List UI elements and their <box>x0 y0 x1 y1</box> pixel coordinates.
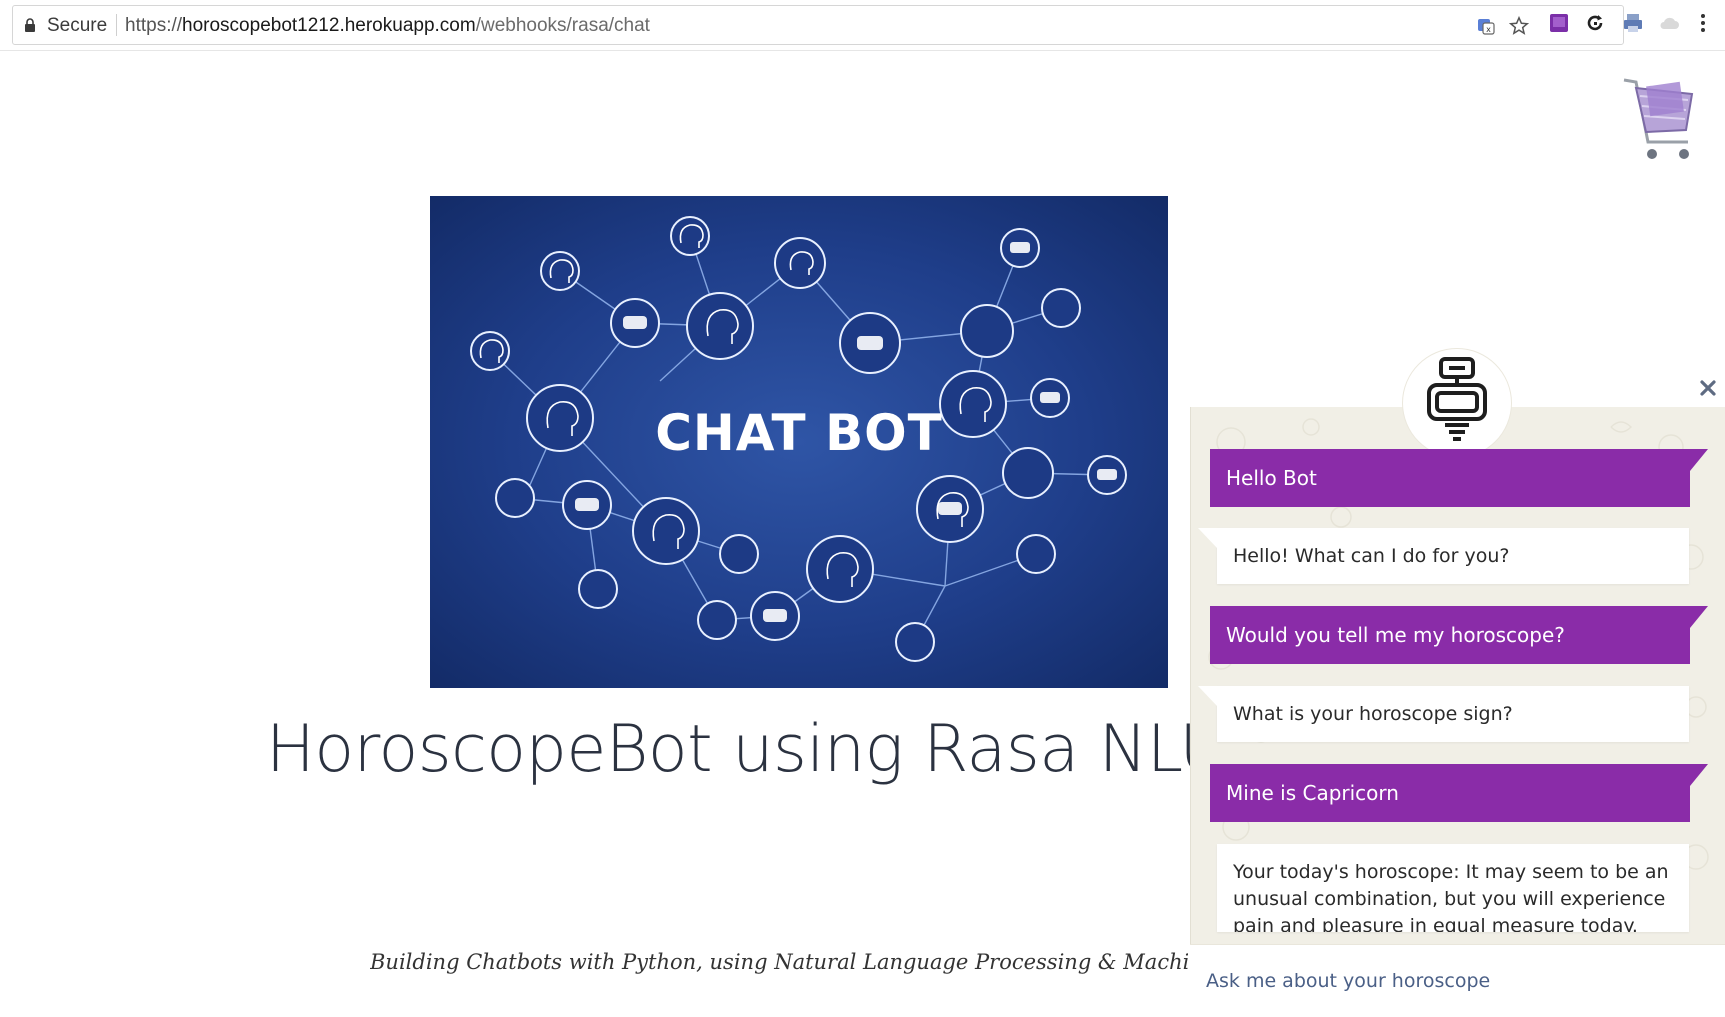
secure-label: Secure <box>47 15 108 36</box>
kebab-menu-icon[interactable] <box>1692 12 1714 34</box>
close-icon[interactable] <box>1699 379 1717 397</box>
reload-extension-icon[interactable] <box>1584 12 1606 34</box>
chat-message-user: Hello Bot <box>1210 449 1708 507</box>
chat-message-bot: Your today's horoscope: It may seem to b… <box>1217 844 1689 932</box>
url-host: horoscopebot1212.herokuapp.com <box>182 15 476 36</box>
message-text: Your today's horoscope: It may seem to b… <box>1233 861 1669 932</box>
address-bar[interactable]: Secure https://horoscopebot1212.herokuap… <box>12 5 1624 45</box>
chat-composer <box>1190 944 1725 1017</box>
hero-title: CHAT BOT <box>655 404 943 462</box>
shopping-cart-icon <box>1623 78 1694 159</box>
address-divider <box>116 14 117 36</box>
star-icon[interactable] <box>1509 16 1529 36</box>
url-protocol: https:// <box>125 15 183 36</box>
message-text: Hello! What can I do for you? <box>1233 545 1510 567</box>
url-path: /webhooks/rasa/chat <box>475 15 650 36</box>
robot-icon <box>1427 357 1487 441</box>
translate-icon[interactable]: x <box>1476 16 1496 36</box>
lock-icon <box>25 18 35 32</box>
message-text: Hello Bot <box>1226 466 1317 490</box>
chat-input[interactable] <box>1204 965 1708 997</box>
bot-avatar <box>1403 349 1511 457</box>
message-text: Mine is Capricorn <box>1226 781 1399 805</box>
cloud-extension-icon[interactable] <box>1658 12 1680 34</box>
chat-message-bot: Hello! What can I do for you? <box>1198 528 1689 584</box>
chat-message-user: Would you tell me my horoscope? <box>1210 606 1708 664</box>
svg-text:x: x <box>1486 25 1491 34</box>
chatbot-hero-image: CHAT BOT <box>430 196 1168 688</box>
url-text[interactable]: https://horoscopebot1212.herokuapp.com/w… <box>125 15 650 37</box>
message-text: What is your horoscope sign? <box>1233 703 1513 725</box>
printer-extension-icon[interactable] <box>1622 12 1644 34</box>
page-title: HoroscopeBot using Rasa NLU <box>266 712 1227 787</box>
book-extension-icon[interactable] <box>1548 12 1570 34</box>
message-text: Would you tell me my horoscope? <box>1226 623 1565 647</box>
chat-message-bot: What is your horoscope sign? <box>1198 686 1689 742</box>
browser-toolbar: Secure https://horoscopebot1212.herokuap… <box>0 0 1725 51</box>
page-subtitle: Building Chatbots with Python, using Nat… <box>370 950 1188 974</box>
chat-message-user: Mine is Capricorn <box>1210 764 1708 822</box>
